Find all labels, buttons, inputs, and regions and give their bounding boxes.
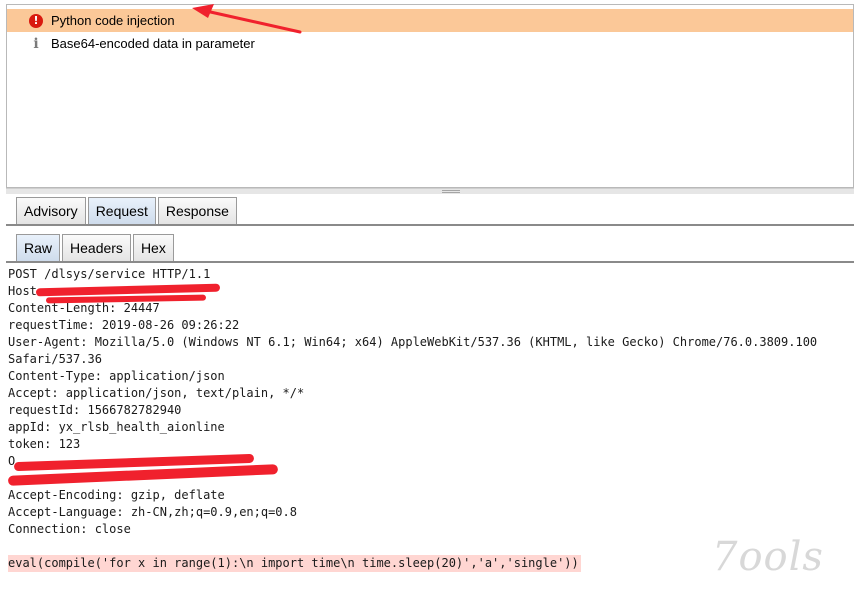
tab-raw[interactable]: Raw xyxy=(16,234,61,261)
request-header: Content-Type: application/json xyxy=(8,369,225,383)
request-body-payload: eval(compile('for x in range(1):\n impor… xyxy=(8,555,581,572)
issue-row-python-code-injection[interactable]: ! Python code injection xyxy=(7,9,853,32)
raw-request-editor[interactable]: POST /dlsys/service HTTP/1.1 Host: Conte… xyxy=(8,266,854,572)
request-header: token: 123 xyxy=(8,437,81,451)
issues-list: ! Python code injection i Base64-encoded… xyxy=(6,4,854,188)
request-header-host: Host: xyxy=(8,284,45,298)
splitter-grip-icon xyxy=(442,190,460,193)
issue-row-base64-data[interactable]: i Base64-encoded data in parameter xyxy=(7,32,853,55)
request-header: Content-Length: 24447 xyxy=(8,301,160,315)
detail-tabbar: Advisory Request Response xyxy=(6,196,854,226)
error-icon: ! xyxy=(29,13,43,28)
tab-headers[interactable]: Headers xyxy=(62,234,131,261)
tab-response[interactable]: Response xyxy=(157,197,237,224)
info-icon: i xyxy=(33,35,39,52)
message-view-tabbar: Raw Headers Hex xyxy=(6,233,854,263)
tab-advisory[interactable]: Advisory xyxy=(16,197,86,224)
request-header: appId: yx_rlsb_health_aionline xyxy=(8,420,225,434)
request-header: Accept: application/json, text/plain, */… xyxy=(8,386,305,400)
request-header-user-agent: User-Agent: Mozilla/5.0 (Windows NT 6.1;… xyxy=(8,335,818,349)
tab-request[interactable]: Request xyxy=(87,197,156,224)
request-line: POST /dlsys/service HTTP/1.1 xyxy=(8,267,211,281)
request-header-redacted xyxy=(8,470,854,487)
request-header: requestTime: 2019-08-26 09:26:22 xyxy=(8,318,240,332)
issue-label: Base64-encoded data in parameter xyxy=(51,36,255,51)
request-header-continuation: Safari/537.36 xyxy=(8,352,102,366)
request-header: requestId: 1566782782940 xyxy=(8,403,182,417)
request-header: Accept-Encoding: gzip, deflate xyxy=(8,488,225,502)
tab-hex[interactable]: Hex xyxy=(132,234,174,261)
request-header-redacted: O xyxy=(8,454,16,468)
request-header: Accept-Language: zh-CN,zh;q=0.9,en;q=0.8 xyxy=(8,505,297,519)
watermark-logo: 7ools xyxy=(712,534,824,580)
issue-label: Python code injection xyxy=(51,13,175,28)
pane-splitter[interactable] xyxy=(6,188,854,194)
